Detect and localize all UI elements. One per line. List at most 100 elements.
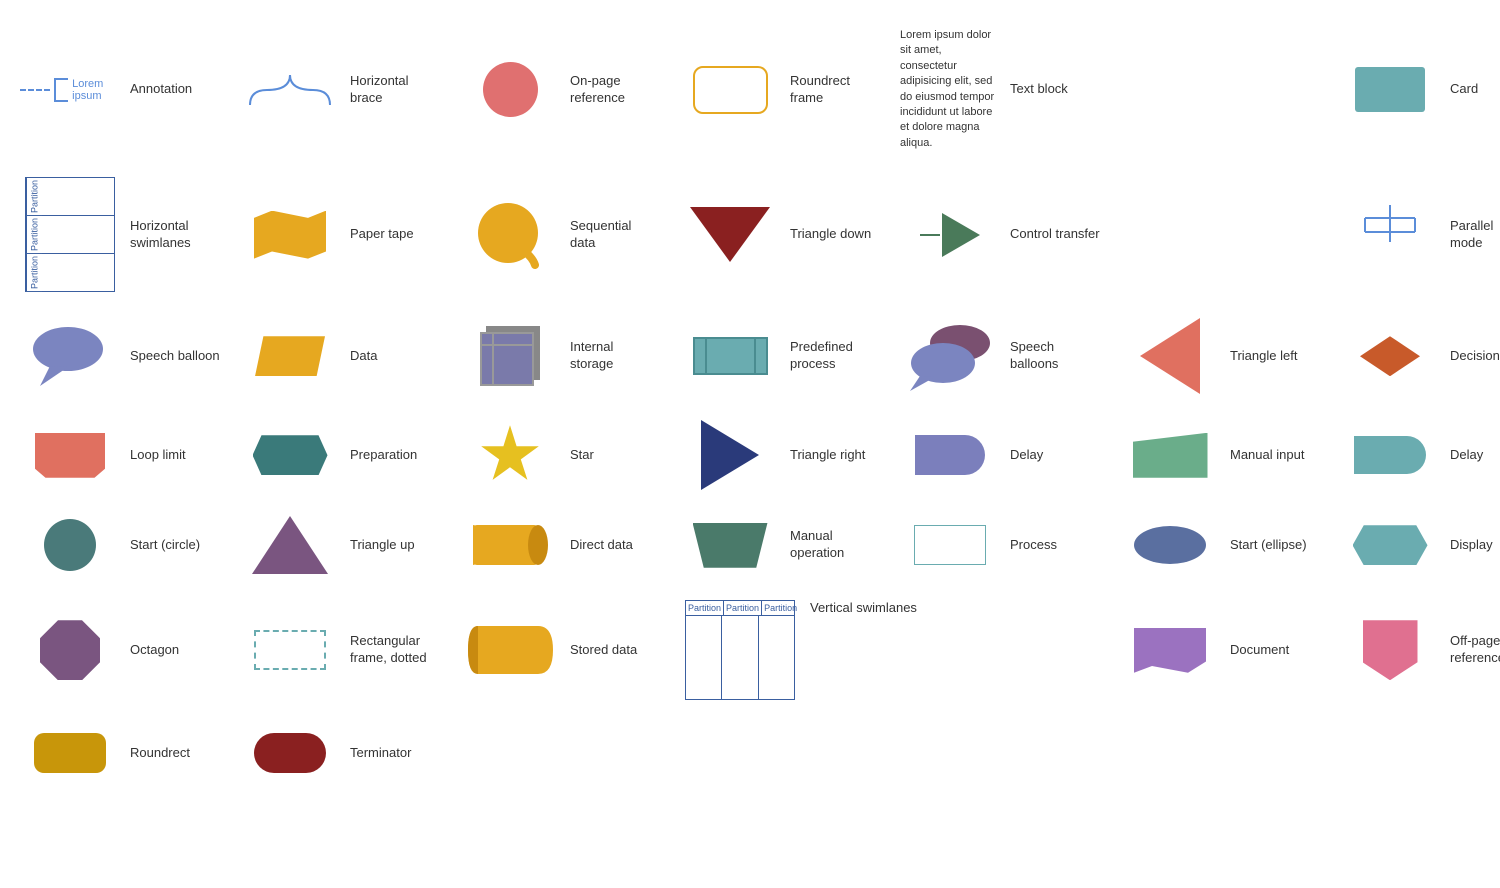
terminator-cell: Terminator (230, 718, 450, 788)
triangle-right-shape (680, 420, 780, 490)
off-page-reference-shape (1340, 620, 1440, 680)
predefined-process-shape (680, 337, 780, 375)
direct-data-shape (460, 521, 560, 569)
manual-input-label: Manual input (1230, 447, 1304, 464)
triangle-up-label: Triangle up (350, 537, 415, 554)
off-page-reference-label: Off-page reference (1450, 633, 1500, 667)
vertical-swimlanes-cell: Partition Partition Partition Vertical s… (670, 592, 1110, 708)
delay2-cell: Delay (1330, 412, 1500, 498)
manual-input-shape (1120, 433, 1220, 478)
text-block-label: Text block (1010, 81, 1068, 98)
rect-frame-dotted-shape (240, 630, 340, 670)
rect-frame-dotted-cell: Rectangular frame, dotted (230, 592, 450, 708)
loop-limit-cell: Loop limit (10, 412, 230, 498)
annotation-label: Annotation (130, 81, 192, 98)
parallel-mode-label: Parallel mode (1450, 218, 1500, 252)
text-block-shape: Lorem ipsum dolor sit amet, consectetur … (900, 28, 1000, 151)
predefined-process-cell: Predefined process (670, 310, 890, 402)
speech-balloons-cell: Speech balloons (890, 310, 1110, 402)
decision-label: Decision (1450, 348, 1500, 365)
triangle-up-shape (240, 516, 340, 574)
display-cell: Display (1330, 508, 1500, 582)
terminator-label: Terminator (350, 745, 411, 762)
decision-shape (1340, 336, 1440, 376)
on-page-reference-label: On-page reference (570, 73, 660, 107)
annotation-shape: Lorem ipsum (20, 78, 120, 102)
start-circle-label: Start (circle) (130, 537, 200, 554)
swimlane-h-label-2: Partition (26, 216, 42, 253)
horizontal-swimlanes-label: Horizontal swimlanes (130, 218, 220, 252)
octagon-shape (20, 620, 120, 680)
paper-tape-shape (240, 211, 340, 259)
delay2-shape (1340, 436, 1440, 474)
roundrect-frame-cell: Roundrect frame (670, 20, 890, 159)
roundrect-shape (20, 733, 120, 773)
manual-operation-label: Manual operation (790, 528, 880, 562)
delay-label: Delay (1010, 447, 1043, 464)
swimlane-v-label-1: Partition (686, 601, 724, 615)
horizontal-swimlanes-cell: Partition Partition Partition Horizontal… (10, 169, 230, 300)
swimlane-v-label-2: Partition (724, 601, 762, 615)
speech-balloon-label: Speech balloon (130, 348, 220, 365)
triangle-down-shape (680, 207, 780, 262)
octagon-cell: Octagon (10, 592, 230, 708)
on-page-reference-shape (460, 62, 560, 117)
triangle-down-cell: Triangle down (670, 169, 890, 300)
start-circle-shape (20, 519, 120, 571)
delay2-label: Delay (1450, 447, 1483, 464)
star-cell: Star (450, 412, 670, 498)
manual-input-cell: Manual input (1110, 412, 1330, 498)
manual-operation-cell: Manual operation (670, 508, 890, 582)
process-shape (900, 525, 1000, 565)
triangle-left-shape (1120, 318, 1220, 394)
on-page-reference-cell: On-page reference (450, 20, 670, 159)
stored-data-shape (460, 626, 560, 674)
horizontal-swimlanes-shape: Partition Partition Partition (20, 177, 120, 292)
manual-operation-shape (680, 523, 780, 568)
display-label: Display (1450, 537, 1493, 554)
internal-storage-cell: Internal storage (450, 310, 670, 402)
terminator-shape (240, 733, 340, 773)
card-cell: Card (1330, 20, 1500, 159)
roundrect-label: Roundrect (130, 745, 190, 762)
speech-balloon-cell: Speech balloon (10, 310, 230, 402)
swimlane-h-label-1: Partition (26, 178, 42, 215)
swimlane-h-label-3: Partition (26, 254, 42, 291)
horizontal-brace-shape (240, 65, 340, 115)
card-label: Card (1450, 81, 1478, 98)
display-shape (1340, 525, 1440, 565)
star-shape (460, 425, 560, 485)
direct-data-label: Direct data (570, 537, 633, 554)
preparation-label: Preparation (350, 447, 417, 464)
roundrect-frame-label: Roundrect frame (790, 73, 880, 107)
annotation-text: Lorem ipsum (72, 78, 120, 102)
start-ellipse-shape (1120, 526, 1220, 564)
loop-limit-shape (20, 433, 120, 478)
sequential-data-cell: Sequential data (450, 169, 670, 300)
octagon-label: Octagon (130, 642, 179, 659)
parallel-mode-cell: Parallel mode (1330, 169, 1500, 300)
triangle-down-label: Triangle down (790, 226, 871, 243)
roundrect-frame-shape (680, 66, 780, 114)
process-label: Process (1010, 537, 1057, 554)
delay-shape (900, 435, 1000, 475)
start-ellipse-cell: Start (ellipse) (1110, 508, 1330, 582)
triangle-up-cell: Triangle up (230, 508, 450, 582)
stored-data-label: Stored data (570, 642, 637, 659)
vertical-swimlanes-label: Vertical swimlanes (810, 600, 917, 617)
internal-storage-label: Internal storage (570, 339, 660, 373)
document-label: Document (1230, 642, 1289, 659)
speech-balloons-shape (900, 321, 1000, 391)
horizontal-brace-cell: Horizontal brace (230, 20, 450, 159)
decision-cell: Decision (1330, 310, 1500, 402)
paper-tape-cell: Paper tape (230, 169, 450, 300)
horizontal-brace-label: Horizontal brace (350, 73, 440, 107)
stored-data-cell: Stored data (450, 592, 670, 708)
triangle-right-label: Triangle right (790, 447, 865, 464)
document-shape (1120, 628, 1220, 673)
rect-frame-dotted-label: Rectangular frame, dotted (350, 633, 440, 667)
preparation-shape (240, 435, 340, 475)
text-block-text: Lorem ipsum dolor sit amet, consectetur … (900, 28, 1000, 151)
direct-data-cell: Direct data (450, 508, 670, 582)
internal-storage-shape (460, 326, 560, 386)
